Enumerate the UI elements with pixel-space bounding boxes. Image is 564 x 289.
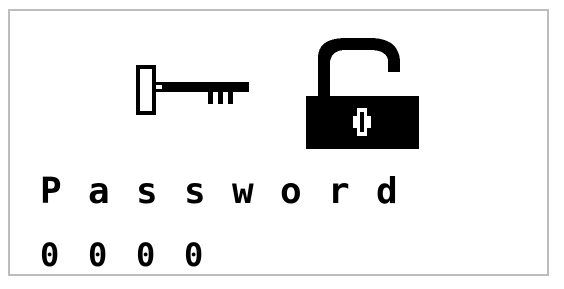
password-label-char: a — [88, 171, 110, 212]
lcd-screen: P a s s w o r d 0 0 0 0 — [8, 9, 549, 276]
password-label: P a s s w o r d — [40, 171, 424, 213]
password-label-char: o — [280, 171, 302, 212]
password-digit[interactable]: 0 — [40, 235, 88, 275]
password-label-char: r — [328, 171, 350, 212]
password-digit[interactable]: 0 — [136, 235, 184, 275]
password-digit[interactable]: 0 — [88, 235, 136, 275]
key-icon — [136, 65, 249, 115]
password-value[interactable]: 0 0 0 0 — [40, 235, 232, 275]
password-label-char: s — [184, 171, 206, 212]
password-label-char: w — [232, 171, 254, 212]
password-digit[interactable]: 0 — [184, 235, 232, 275]
password-label-char: s — [136, 171, 158, 212]
unlocked-padlock-icon — [306, 38, 419, 149]
password-label-char: d — [376, 171, 398, 212]
password-label-char: P — [40, 171, 62, 212]
